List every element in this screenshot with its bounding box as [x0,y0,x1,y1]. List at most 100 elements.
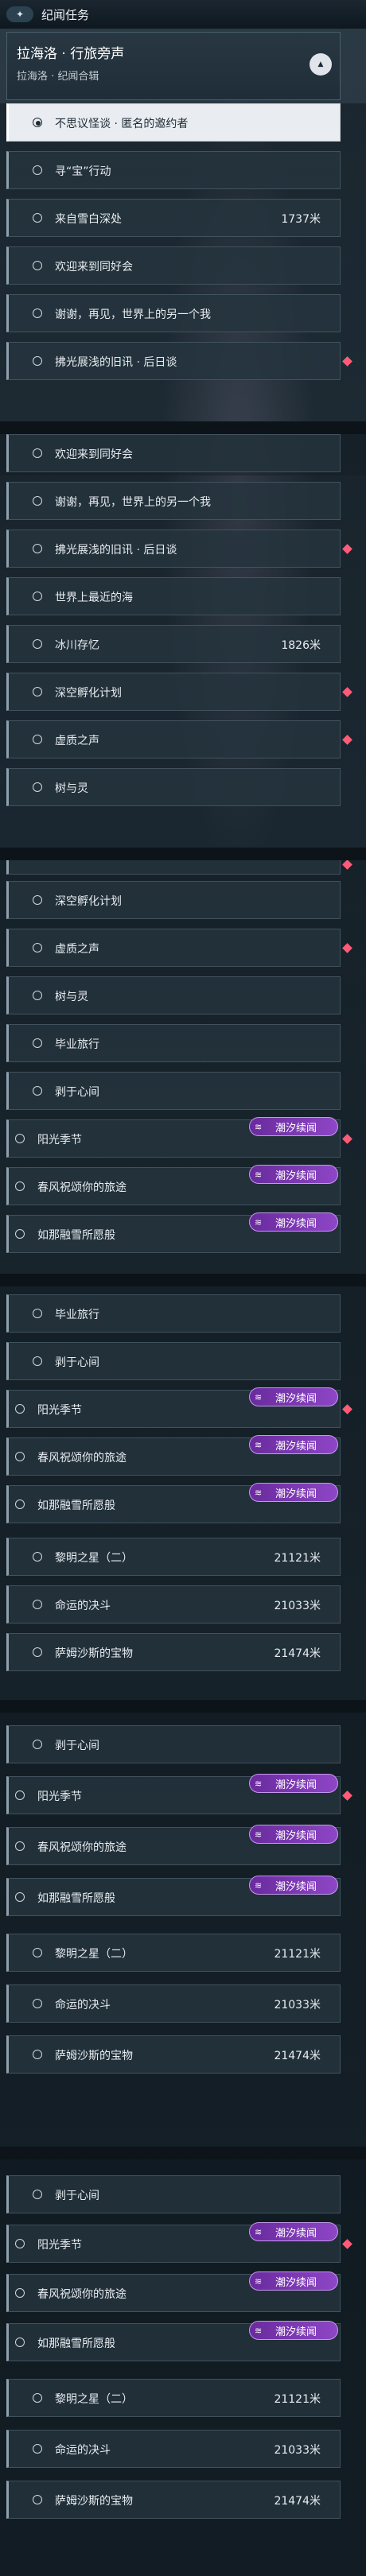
quest-item[interactable]: 毕业旅行 [6,1024,341,1062]
quest-item[interactable]: 剥于心间 [6,1342,341,1380]
radio-icon [33,1999,42,2008]
radio-icon [33,165,42,175]
quest-item[interactable]: 虚质之声 [6,929,352,967]
quest-item[interactable]: 如那融雪所愿般 ≋ 潮汐续闻 [6,1212,341,1253]
distance: 21121米 [274,1948,321,1961]
quest-name: 拂光展浅的旧讯 · 后日谈 [55,544,177,557]
quest-item[interactable]: 命运的决斗 21033米 [6,1984,341,2023]
radio-icon [33,895,42,905]
radio-icon [33,261,42,270]
quest-item[interactable]: 阳光季节 ≋ 潮汐续闻 [6,2222,352,2263]
quest-item[interactable]: 树与灵 [6,768,341,806]
divider [0,2147,366,2159]
radio-icon [33,448,42,458]
quest-item[interactable]: 春风祝颂你的旅途 ≋ 潮汐续闻 [6,2271,341,2312]
radio-icon [33,1740,42,1749]
quest-item[interactable]: 拂光展浅的旧讯 · 后日谈 [6,342,352,380]
quest-item[interactable]: 春风祝颂你的旅途 ≋ 潮汐续闻 [6,1435,341,1476]
quest-item[interactable]: 萨姆沙斯的宝物 21474米 [6,1633,341,1671]
header-title: 纪闻任务 [41,7,90,22]
radio-icon [15,1181,25,1191]
radio-icon [33,1356,42,1366]
quest-item[interactable]: 春风祝颂你的旅途 ≋ 潮汐续闻 [6,1825,341,1865]
new-marker-icon [342,943,352,953]
quest-list-panel: 不思议怪谈 · 匿名的邀约者 寻“宝”行动 来自雪白深处 1737米 欢迎来到同… [0,103,366,475]
quest-item[interactable]: 剥于心间 [6,1072,341,1110]
quest-name: 深空孵化计划 [55,687,122,700]
quest-item[interactable]: 阳光季节 ≋ 潮汐续闻 [6,1117,352,1158]
quest-item[interactable]: 剥于心间 [6,2175,341,2213]
tide-tag: ≋ 潮汐续闻 [249,1876,338,1895]
quest-item[interactable]: 欢迎来到同好会 [6,246,341,285]
quest-name: 萨姆沙斯的宝物 [55,2495,133,2508]
quest-item[interactable]: 阳光季节 ≋ 潮汐续闻 [6,1387,352,1428]
radio-icon [33,735,42,744]
tide-tag: ≋ 潮汐续闻 [249,1212,338,1232]
quest-name: 不思议怪谈 · 匿名的邀约者 [55,118,189,130]
radio-icon [33,544,42,553]
region-subtitle: 拉海洛 · 纪闻合辑 [17,71,99,83]
wave-icon: ≋ [255,1487,263,1498]
quest-item[interactable]: 世界上最近的海 [6,577,341,615]
quest-item[interactable]: 剥于心间 [6,1725,341,1763]
tag-label: 潮汐续闻 [275,1488,317,1500]
quest-name: 春风祝颂你的旅途 [37,2288,127,2301]
distance: 1826米 [281,639,321,652]
quest-item[interactable]: 虚质之声 [6,720,352,758]
quest-item-selected[interactable]: 不思议怪谈 · 匿名的邀约者 [6,103,341,142]
quest-item[interactable]: 黎明之星（二） 21121米 [6,1538,341,1576]
quest-item[interactable]: 如那融雪所愿般 ≋ 潮汐续闻 [6,2321,341,2361]
quest-item[interactable]: 春风祝颂你的旅途 ≋ 潮汐续闻 [6,1165,341,1205]
tag-label: 潮汐续闻 [275,1829,317,1842]
quest-item[interactable]: 萨姆沙斯的宝物 21474米 [6,2035,341,2074]
quest-item[interactable]: 如那融雪所愿般 ≋ 潮汐续闻 [6,1483,341,1523]
radio-icon [33,2190,42,2199]
quest-item[interactable]: 毕业旅行 [6,1294,341,1333]
radio-icon [33,1309,42,1318]
tag-label: 潮汐续闻 [275,1170,317,1182]
quest-name: 来自雪白深处 [55,213,122,226]
wave-icon: ≋ [255,1216,263,1228]
quest-item[interactable]: 欢迎来到同好会 [6,434,341,472]
quest-item[interactable]: 黎明之星（二） 21121米 [6,2379,341,2417]
quest-item[interactable]: 命运的决斗 21033米 [6,1585,341,1624]
quest-name: 阳光季节 [37,2239,82,2252]
quest-item[interactable]: 谢谢，再见，世界上的另一个我 [6,294,341,332]
quest-name: 剥于心间 [55,2190,99,2202]
quest-item[interactable]: 阳光季节 ≋ 潮汐续闻 [6,1774,352,1814]
quest-item[interactable]: 拂光展浅的旧讯 · 后日谈 [6,530,352,568]
quest-item[interactable]: 谢谢，再见，世界上的另一个我 [6,482,341,520]
distance: 21474米 [274,2495,321,2508]
quest-name: 冰川存忆 [55,639,99,652]
quest-item[interactable]: 黎明之星（二） 21121米 [6,1934,341,1972]
chevron-up-icon[interactable]: ▲ [310,53,332,76]
quest-item[interactable]: 深空孵化计划 [6,881,341,919]
quest-name: 黎明之星（二） [55,2393,133,2406]
quest-item[interactable]: 寻“宝”行动 [6,151,341,189]
quest-name: 谢谢，再见，世界上的另一个我 [55,496,211,509]
wave-icon: ≋ [255,1121,263,1132]
quest-item[interactable]: 命运的决斗 21033米 [6,2430,341,2468]
quest-item[interactable]: 树与灵 [6,976,341,1014]
new-marker-icon [342,860,352,870]
radio-icon [33,1086,42,1096]
quest-item-partial[interactable] [6,860,352,875]
radio-icon [33,496,42,506]
radio-icon [15,1404,25,1414]
quest-item[interactable]: 萨姆沙斯的宝物 21474米 [6,2481,341,2519]
quest-item[interactable]: 如那融雪所愿般 ≋ 潮汐续闻 [6,1876,341,1916]
quest-name: 萨姆沙斯的宝物 [55,1647,133,1660]
quest-name: 剥于心间 [55,1740,99,1752]
radio-icon [33,2444,42,2454]
quest-item[interactable]: 来自雪白深处 1737米 [6,199,341,237]
wave-icon: ≋ [255,1169,263,1180]
tag-label: 潮汐续闻 [275,2276,317,2289]
quest-name: 剥于心间 [55,1356,99,1369]
quest-item[interactable]: 冰川存忆 1826米 [6,625,341,663]
quest-name: 如那融雪所愿般 [37,1892,115,1905]
tide-tag: ≋ 潮汐续闻 [249,2321,338,2340]
plus-star-icon[interactable]: ✦ [6,6,33,22]
distance: 21121米 [274,1552,321,1565]
radio-icon [33,592,42,601]
quest-item[interactable]: 深空孵化计划 [6,673,352,711]
